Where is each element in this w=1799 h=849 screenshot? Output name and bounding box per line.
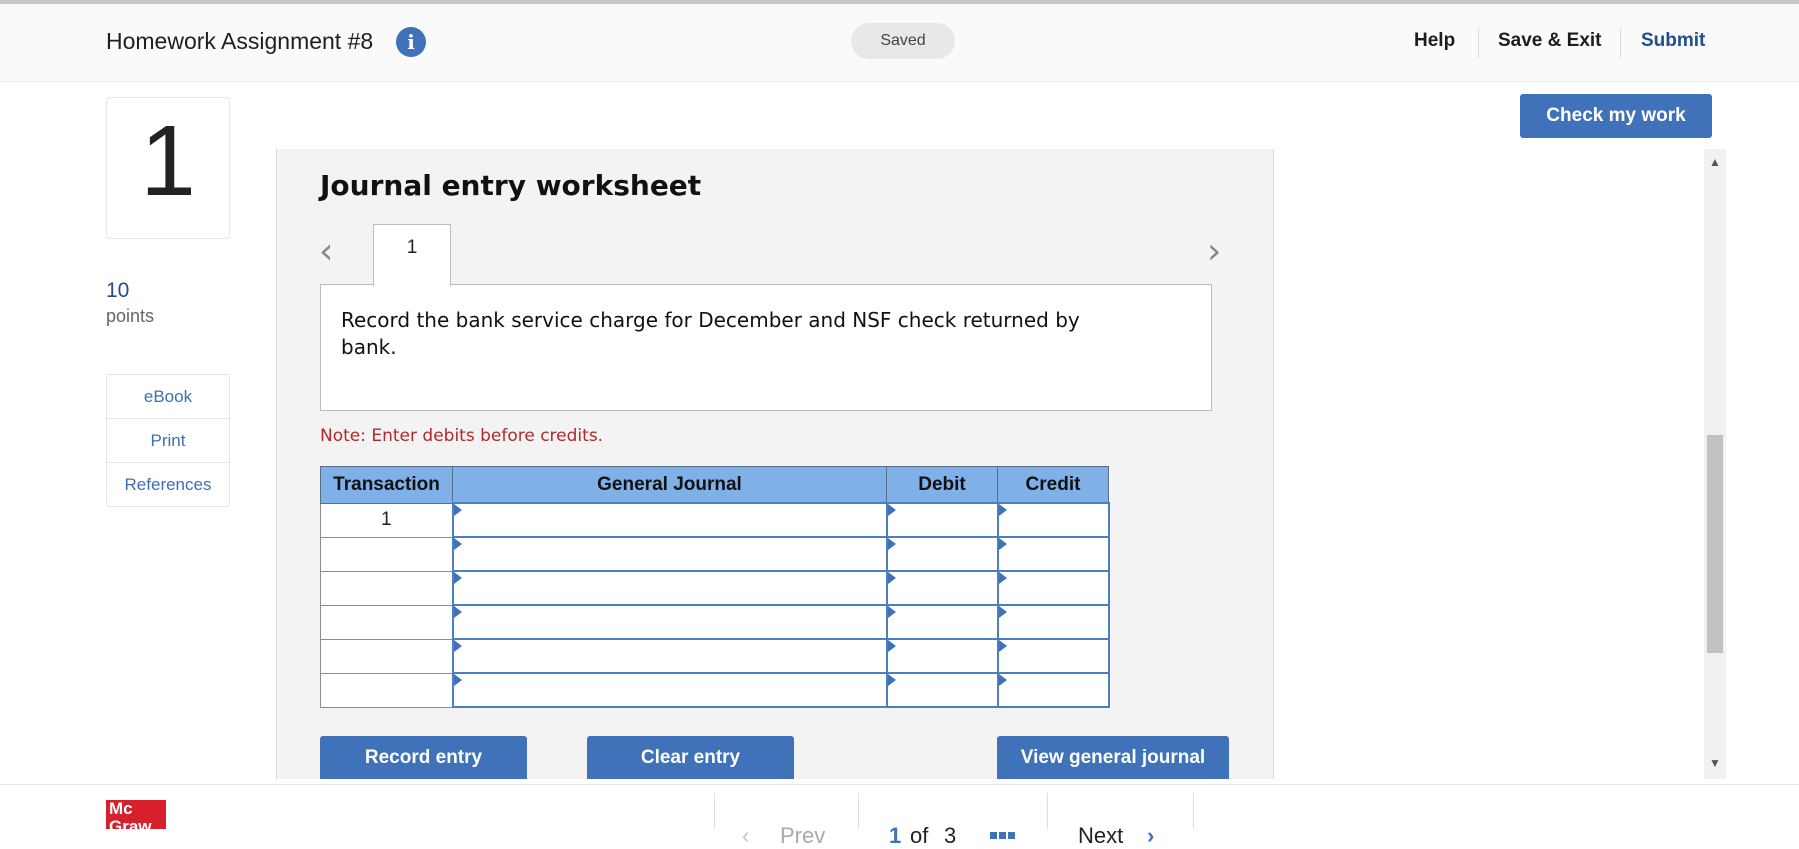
clear-entry-button[interactable]: Clear entry [587,736,794,779]
credit-input[interactable] [996,536,1110,572]
points-value: 10 [106,279,130,302]
submit-link[interactable]: Submit [1641,30,1705,52]
scroll-up-icon[interactable]: ▲ [1704,155,1726,169]
journal-table: Transaction General Journal Debit Credit… [320,466,1110,708]
column-header-debit: Debit [886,466,998,504]
transaction-cell [320,672,453,708]
debit-input[interactable] [885,570,999,606]
scroll-down-icon[interactable]: ▼ [1704,756,1726,770]
credit-input[interactable] [996,502,1110,538]
tab-transaction-1[interactable]: 1 [373,224,451,286]
page-of-label: of [910,823,929,848]
credit-input[interactable] [996,570,1110,606]
transaction-cell [320,570,453,606]
entry-note: Note: Enter debits before credits. [320,426,604,446]
account-select[interactable] [451,536,888,572]
debit-input[interactable] [885,502,999,538]
header-divider [1620,28,1621,58]
scrollbar[interactable]: ▲ ▼ [1704,149,1726,779]
chevron-right-icon[interactable]: › [1207,231,1221,272]
chevron-right-icon[interactable]: › [1147,823,1154,849]
header-bar: Homework Assignment #8 i Saved Help Save… [0,4,1799,82]
account-select[interactable] [451,672,888,708]
chevron-left-icon[interactable]: ‹ [319,231,333,272]
account-select[interactable] [451,638,888,674]
debit-input[interactable] [885,604,999,640]
footer-divider [714,793,715,829]
account-select[interactable] [451,604,888,640]
mcgraw-logo: Mc Graw [106,800,166,829]
credit-input[interactable] [996,672,1110,708]
question-number: 1 [140,105,196,217]
debit-input[interactable] [885,536,999,572]
save-exit-link[interactable]: Save & Exit [1498,30,1602,52]
points-label: points [106,306,155,326]
account-select[interactable] [451,570,888,606]
table-header-row: Transaction General Journal Debit Credit [320,466,1109,504]
total-questions: 3 [944,823,957,848]
question-number-box: 1 [106,97,230,239]
check-my-work-button[interactable]: Check my work [1520,94,1712,138]
debit-input[interactable] [885,638,999,674]
transaction-cell [320,604,453,640]
resource-links: eBook Print References [106,374,230,507]
table-row [320,536,1110,572]
column-header-credit: Credit [997,466,1109,504]
worksheet-title: Journal entry worksheet [320,169,702,202]
column-header-transaction: Transaction [320,466,453,504]
description-box: Record the bank service charge for Decem… [320,284,1212,411]
footer-divider [858,793,859,829]
table-row [320,570,1110,606]
record-entry-button[interactable]: Record entry [320,736,527,779]
transaction-cell [320,638,453,674]
footer-bar: Mc Graw ‹ Prev 1 of 3 Next › [0,784,1799,848]
current-question-number: 1 [889,823,902,848]
question-navigation: ‹ Prev 1 of 3 Next › [714,793,1194,848]
table-row [320,638,1110,674]
table-row [320,672,1110,708]
assignment-title: Homework Assignment #8 [106,28,374,54]
worksheet-panel: Journal entry worksheet ‹ › 1 Record the… [276,149,1274,779]
header-divider [1478,28,1479,58]
transaction-cell: 1 [320,502,453,538]
credit-input[interactable] [996,638,1110,674]
print-link[interactable]: Print [107,419,229,463]
info-icon[interactable]: i [396,27,426,57]
credit-input[interactable] [996,604,1110,640]
references-link[interactable]: References [107,463,229,506]
chevron-left-icon[interactable]: ‹ [742,823,749,849]
table-row [320,604,1110,640]
scrollbar-thumb[interactable] [1707,435,1723,653]
ebook-link[interactable]: eBook [107,375,229,419]
column-header-general-journal: General Journal [452,466,887,504]
next-button[interactable]: Next [1078,823,1123,849]
footer-divider [1193,793,1194,829]
transaction-cell [320,536,453,572]
transaction-description: Record the bank service charge for Decem… [341,308,1080,359]
saved-status-badge: Saved [851,23,955,59]
table-row: 1 [320,502,1110,538]
footer-divider [1047,793,1048,829]
debit-input[interactable] [885,672,999,708]
account-select[interactable] [451,502,888,538]
prev-button[interactable]: Prev [780,823,825,849]
help-link[interactable]: Help [1414,30,1455,52]
view-general-journal-button[interactable]: View general journal [997,736,1229,779]
